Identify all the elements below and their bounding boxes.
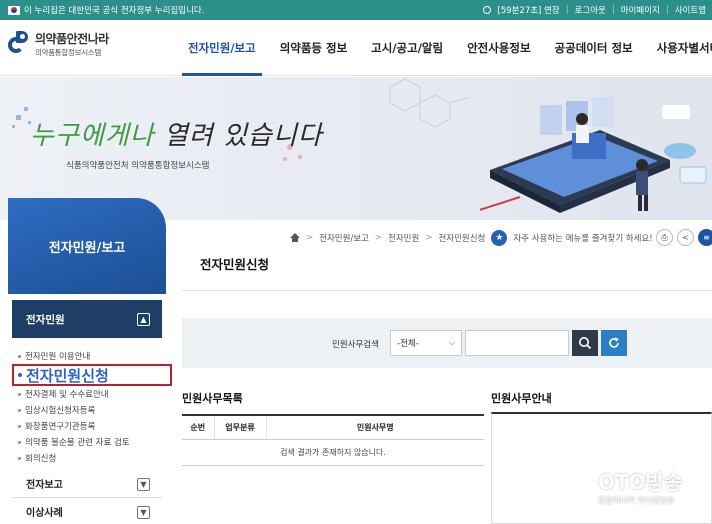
mypage-link[interactable]: 마이페이지 xyxy=(621,4,660,16)
civil-list-table: 순번 업무분류 민원사무명 검색 결과가 존재하지 않습니다. xyxy=(182,414,484,466)
site-header: 의약품안전나라 의약품통합정보시스템 전자민원/보고 의약품등 정보 고시/공고… xyxy=(0,20,712,76)
lnb-group-report[interactable]: 전자보고 ▼ xyxy=(12,470,162,498)
gnb-item-safety-info[interactable]: 안전사용정보 xyxy=(455,20,542,76)
category-select[interactable]: -전체- ⌵ xyxy=(390,330,462,356)
chevron-down-icon[interactable]: ▼ xyxy=(137,478,150,491)
divider xyxy=(182,290,712,291)
print-icon[interactable]: ⎙ xyxy=(656,229,673,246)
search-panel: 민원사무검색 -전체- ⌵ xyxy=(182,318,712,368)
global-nav: 전자민원/보고 의약품등 정보 고시/공고/알림 안전사용정보 공공데이터 정보… xyxy=(176,20,712,76)
search-label: 민원사무검색 xyxy=(332,340,379,350)
gnb-item-public-data[interactable]: 공공데이터 정보 xyxy=(543,20,645,76)
breadcrumb-item[interactable]: 전자민원 xyxy=(388,232,419,244)
divider: | xyxy=(565,5,569,15)
gnb-item-drug-info[interactable]: 의약품등 정보 xyxy=(268,20,359,76)
lnb-sublist: 전자민원 이용안내 전자민원신청 전자결제 및 수수료안내 임상시험신청자등록 … xyxy=(8,338,172,470)
divider: | xyxy=(611,5,615,15)
favorite-hint: 자주 사용하는 메뉴를 즐겨찾기 하세요! xyxy=(513,234,653,244)
share-icon[interactable]: < xyxy=(677,229,694,246)
table-header: 업무분류 xyxy=(213,414,266,440)
divider: | xyxy=(665,5,669,15)
banner-illustration xyxy=(480,97,707,213)
logout-link[interactable]: 로그아웃 xyxy=(575,4,606,16)
table-row: 검색 결과가 존재하지 않습니다. xyxy=(182,439,484,466)
lnb-group-label: 전자민원 xyxy=(26,313,65,326)
lnb-item-cosmetic-lab[interactable]: 화장품연구기관등록 xyxy=(18,418,166,434)
empty-message: 검색 결과가 존재하지 않습니다. xyxy=(182,439,484,466)
chevron-down-icon[interactable]: ▼ xyxy=(137,506,150,519)
refresh-icon xyxy=(609,337,619,348)
lnb-title: 전자민원/보고 xyxy=(8,198,166,294)
gnb-item-civil-report[interactable]: 전자민원/보고 xyxy=(176,20,268,76)
list-title: 민원사무목록 xyxy=(182,392,243,405)
korea-flag-icon xyxy=(8,5,20,15)
clock-icon xyxy=(483,6,492,14)
broadcaster-watermark: OTO방송 종합미디어 언더넷방송 xyxy=(536,466,682,506)
lnb-item-payment[interactable]: 전자결제 및 수수료안내 xyxy=(18,386,166,402)
page-title: 전자민원신청 xyxy=(200,257,270,272)
breadcrumb-item[interactable]: 전자민원/보고 xyxy=(319,232,369,244)
banner-slogan: 누구에게나 열려 있습니다 xyxy=(30,121,323,151)
lnb-item-apply[interactable]: 전자민원신청 xyxy=(12,364,172,386)
site-logo[interactable]: 의약품안전나라 의약품통합정보시스템 xyxy=(8,30,109,58)
lnb-group-adverse[interactable]: 이상사례 ▼ xyxy=(12,498,162,524)
chevron-down-icon: ⌵ xyxy=(448,338,455,347)
page-tools: ⎙ < ≡ xyxy=(656,229,712,246)
table-header: 순번 xyxy=(182,414,214,440)
logo-title: 의약품안전나라 xyxy=(35,32,109,46)
lnb-item-meeting[interactable]: 회의신청 xyxy=(18,450,166,466)
search-input[interactable] xyxy=(465,330,569,356)
gov-banner-bar: 이 누리집은 대한민국 공식 전자정부 누리집입니다. [59분27초] 연장 … xyxy=(0,0,712,20)
search-icon xyxy=(579,337,592,350)
watermark-tagline: 종합미디어 언더넷방송 xyxy=(598,496,675,505)
oto-logo-icon xyxy=(536,466,592,506)
gnb-item-notices[interactable]: 고시/공고/알림 xyxy=(359,20,455,76)
gov-notice-text: 이 누리집은 대한민국 공식 전자정부 누리집입니다. xyxy=(24,6,205,16)
table-header: 민원사무명 xyxy=(265,414,484,440)
guide-title: 민원사무안내 xyxy=(491,392,552,405)
reset-button[interactable] xyxy=(601,330,627,356)
home-icon[interactable] xyxy=(290,233,300,243)
lnb-item-clinical[interactable]: 임상시험신청자등록 xyxy=(18,402,166,418)
more-icon[interactable]: ≡ xyxy=(698,229,712,246)
banner-subtitle: 식품의약품안전처 의약품통합정보시스템 xyxy=(66,161,210,171)
breadcrumb-item[interactable]: 전자민원신청 xyxy=(438,232,485,244)
breadcrumb: > 전자민원/보고 > 전자민원 > 전자민원신청 ★ 자주 사용하는 메뉴를 … xyxy=(290,230,653,246)
lnb-item-guide[interactable]: 전자민원 이용안내 xyxy=(18,348,166,364)
session-extend-link[interactable]: [59분27초] 연장 xyxy=(497,4,559,16)
star-icon[interactable]: ★ xyxy=(491,230,508,246)
lnb-group-civil[interactable]: 전자민원 ▲ xyxy=(12,300,162,338)
sitemap-link[interactable]: 사이트맵 xyxy=(675,4,706,16)
watermark-brand: OTO방송 xyxy=(598,470,683,494)
search-button[interactable] xyxy=(572,330,598,356)
gnb-item-user-service[interactable]: 사용자별서비스 xyxy=(645,20,712,76)
chevron-up-icon[interactable]: ▲ xyxy=(137,313,150,326)
logo-mark-icon xyxy=(8,31,32,57)
logo-subtitle: 의약품통합정보시스템 xyxy=(35,48,101,57)
lnb-item-impurity[interactable]: 의약품 불순물 관련 자료 검토 xyxy=(18,434,166,450)
left-nav: 전자민원 ▲ 전자민원 이용안내 전자민원신청 전자결제 및 수수료안내 임상시… xyxy=(8,300,172,524)
